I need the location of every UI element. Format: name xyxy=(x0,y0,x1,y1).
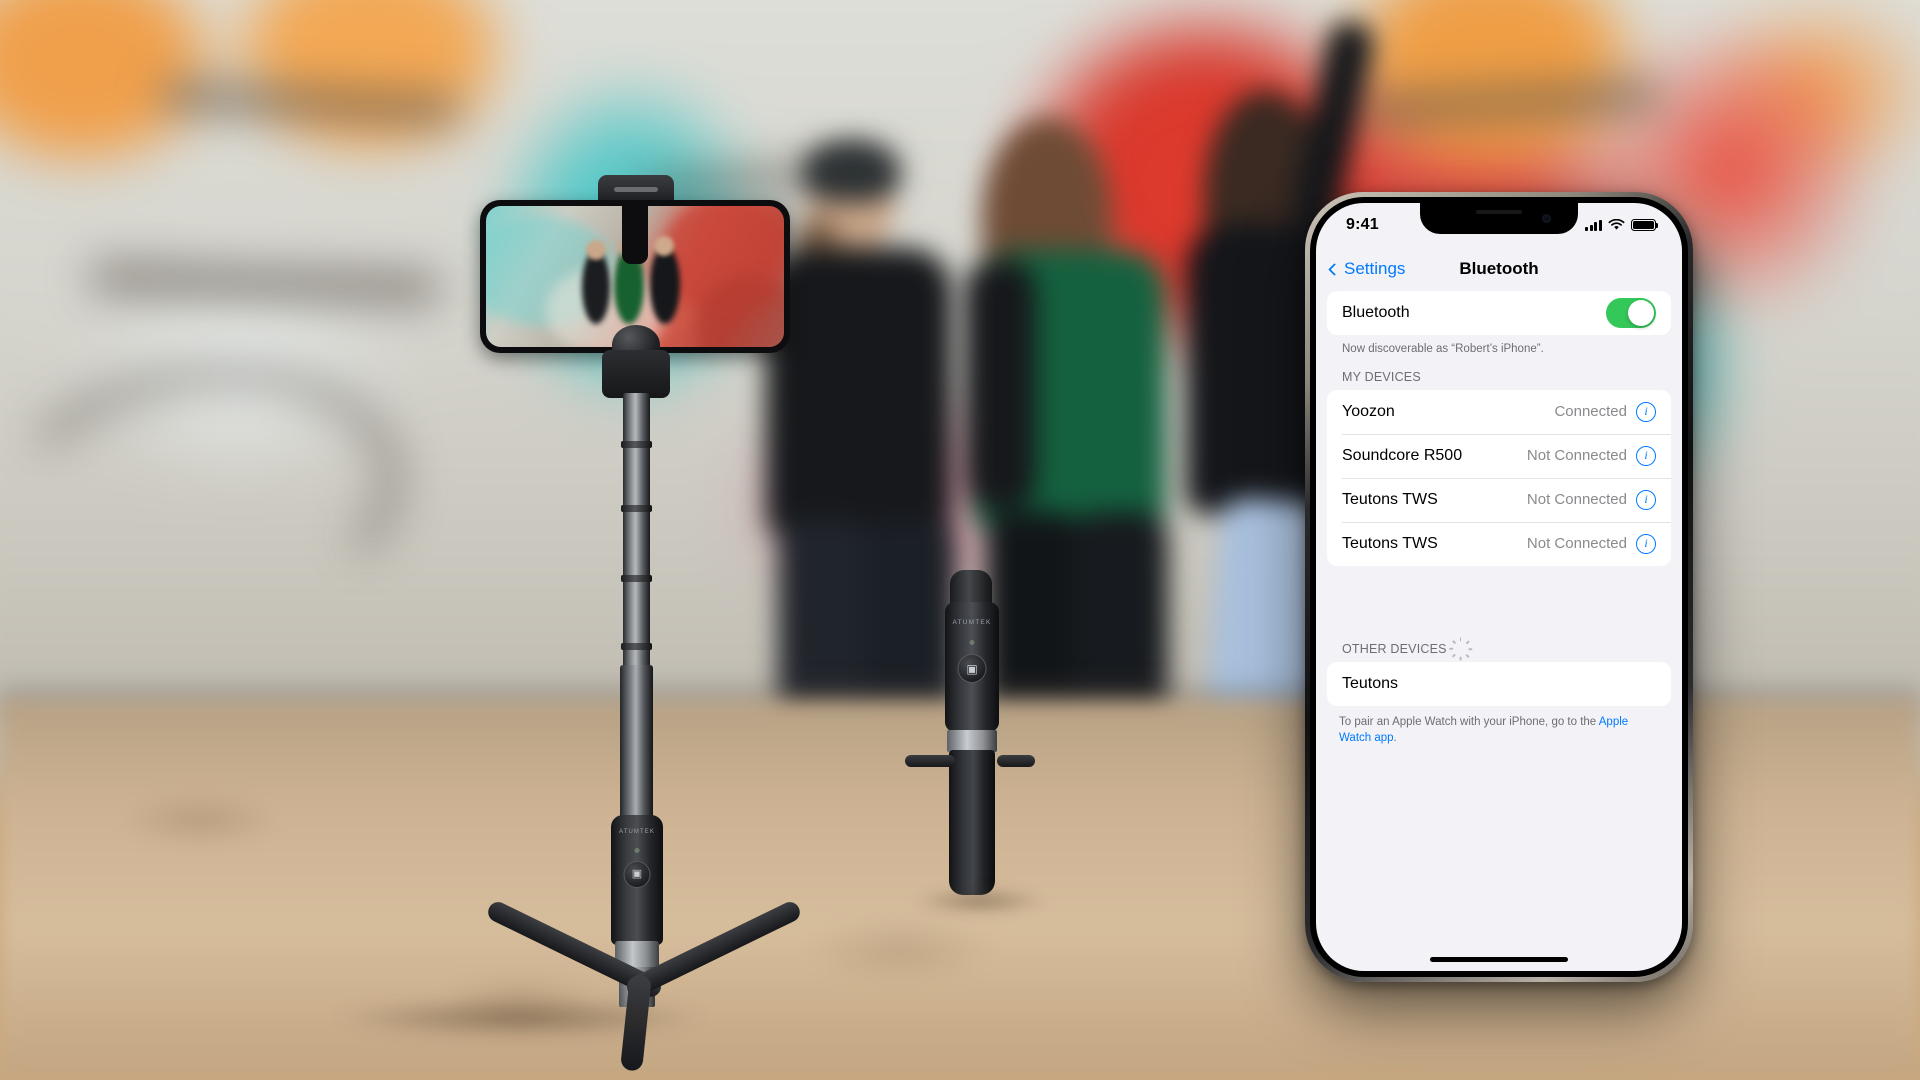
folded-stick-handle: ATUMTEK ▣ xyxy=(945,602,999,732)
stick-head xyxy=(602,350,670,398)
info-circle-icon[interactable]: i xyxy=(1636,445,1656,466)
bluetooth-label: Bluetooth xyxy=(1342,304,1410,321)
device-status: Not Connected xyxy=(1526,491,1627,509)
info-circle-icon[interactable]: i xyxy=(1636,533,1656,554)
status-bar: 9:41 xyxy=(1316,203,1682,247)
settings-content: Bluetooth Now discoverable as “Robert’s … xyxy=(1316,291,1682,971)
device-row-right: Not Connected i xyxy=(1526,533,1656,554)
cellular-signal-icon xyxy=(1585,219,1602,231)
status-led xyxy=(634,848,640,853)
apple-watch-pair-note: To pair an Apple Watch with your iPhone,… xyxy=(1327,706,1671,747)
mounted-phone-notch xyxy=(622,206,648,264)
other-devices-header: OTHER DEVICES xyxy=(1327,630,1671,662)
device-row-soundcore-r500[interactable]: Soundcore R500 Not Connected i xyxy=(1327,433,1671,478)
device-row-right: Connected i xyxy=(1554,401,1656,422)
list-gap xyxy=(1327,566,1671,630)
bluetooth-toggle[interactable] xyxy=(1606,298,1656,328)
folded-tripod-leg-left xyxy=(905,755,955,767)
device-name: Teutons TWS xyxy=(1342,534,1438,552)
device-name: Yoozon xyxy=(1342,402,1395,420)
info-circle-icon[interactable]: i xyxy=(1636,401,1656,422)
brand-label-folded: ATUMTEK xyxy=(952,619,992,626)
my-devices-list: Yoozon Connected i Soundcore R500 Not Co… xyxy=(1327,389,1671,566)
device-name: Teutons xyxy=(1342,674,1399,692)
device-status: Connected xyxy=(1554,403,1627,421)
device-status: Not Connected xyxy=(1526,535,1627,553)
discoverable-note: Now discoverable as “Robert’s iPhone”. xyxy=(1342,343,1544,355)
chevron-left-icon xyxy=(1328,262,1341,276)
navigation-bar: Settings Bluetooth xyxy=(1316,247,1682,291)
stick-pole-upper xyxy=(621,393,652,668)
selfie-stick-folded: ATUMTEK ▣ xyxy=(905,570,1055,1020)
back-to-settings-button[interactable]: Settings xyxy=(1328,259,1406,279)
home-indicator[interactable] xyxy=(1430,957,1568,962)
iphone-bezel: 9:41 Settings Bluetooth Bluetooth Now di… xyxy=(1310,197,1688,977)
status-bar-time: 9:41 xyxy=(1346,216,1379,233)
battery-full-icon xyxy=(1631,219,1659,231)
my-devices-header-label: MY DEVICES xyxy=(1342,369,1421,384)
folded-tripod-leg-right xyxy=(997,755,1035,767)
product-scene: ATUMTEK ▣ ATUMTEK ▣ 9:41 Settings Blueto… xyxy=(0,0,1920,1080)
other-device-row-teutons[interactable]: Teutons xyxy=(1327,662,1671,706)
device-row-right: Not Connected i xyxy=(1526,489,1656,510)
folded-stick-shadow xyxy=(915,888,1045,914)
toggle-knob xyxy=(1628,300,1654,326)
other-devices-header-label: OTHER DEVICES xyxy=(1342,641,1447,656)
folded-stick-collar xyxy=(947,730,997,752)
shutter-button-folded[interactable]: ▣ xyxy=(957,654,987,683)
stick-pole-lower xyxy=(620,665,653,820)
iphone-device: 9:41 Settings Bluetooth Bluetooth Now di… xyxy=(1305,192,1693,982)
device-row-yoozon[interactable]: Yoozon Connected i xyxy=(1327,390,1671,434)
device-name: Soundcore R500 xyxy=(1342,446,1463,464)
device-name: Teutons TWS xyxy=(1342,490,1438,508)
other-devices-list: Teutons xyxy=(1327,661,1671,706)
iphone-screen: 9:41 Settings Bluetooth Bluetooth Now di… xyxy=(1316,203,1682,971)
stick-handle: ATUMTEK ▣ xyxy=(611,815,663,945)
device-row-right: Not Connected i xyxy=(1526,445,1656,466)
device-status: Not Connected xyxy=(1526,447,1627,465)
info-circle-icon[interactable]: i xyxy=(1636,489,1656,510)
my-devices-header: MY DEVICES xyxy=(1327,358,1671,390)
selfie-stick-extended: ATUMTEK ▣ xyxy=(480,175,900,1080)
device-row-teutons-tws-1[interactable]: Teutons TWS Not Connected i xyxy=(1327,477,1671,522)
pair-note-text-before: To pair an Apple Watch with your iPhone,… xyxy=(1339,715,1599,728)
folded-stick-body xyxy=(949,750,995,895)
status-led-folded xyxy=(969,640,975,645)
device-row-teutons-tws-2[interactable]: Teutons TWS Not Connected i xyxy=(1327,521,1671,566)
back-button-label: Settings xyxy=(1344,259,1406,278)
bluetooth-toggle-card: Bluetooth xyxy=(1327,291,1671,335)
shutter-button[interactable]: ▣ xyxy=(623,861,651,888)
brand-label: ATUMTEK xyxy=(619,829,655,835)
wifi-icon xyxy=(1608,219,1625,230)
stick-ground-shadow xyxy=(335,998,705,1038)
activity-spinner-icon xyxy=(1449,636,1473,661)
pair-note-text-after: . xyxy=(1393,732,1397,745)
bluetooth-toggle-row[interactable]: Bluetooth xyxy=(1327,291,1671,335)
status-bar-indicators xyxy=(1585,219,1659,231)
